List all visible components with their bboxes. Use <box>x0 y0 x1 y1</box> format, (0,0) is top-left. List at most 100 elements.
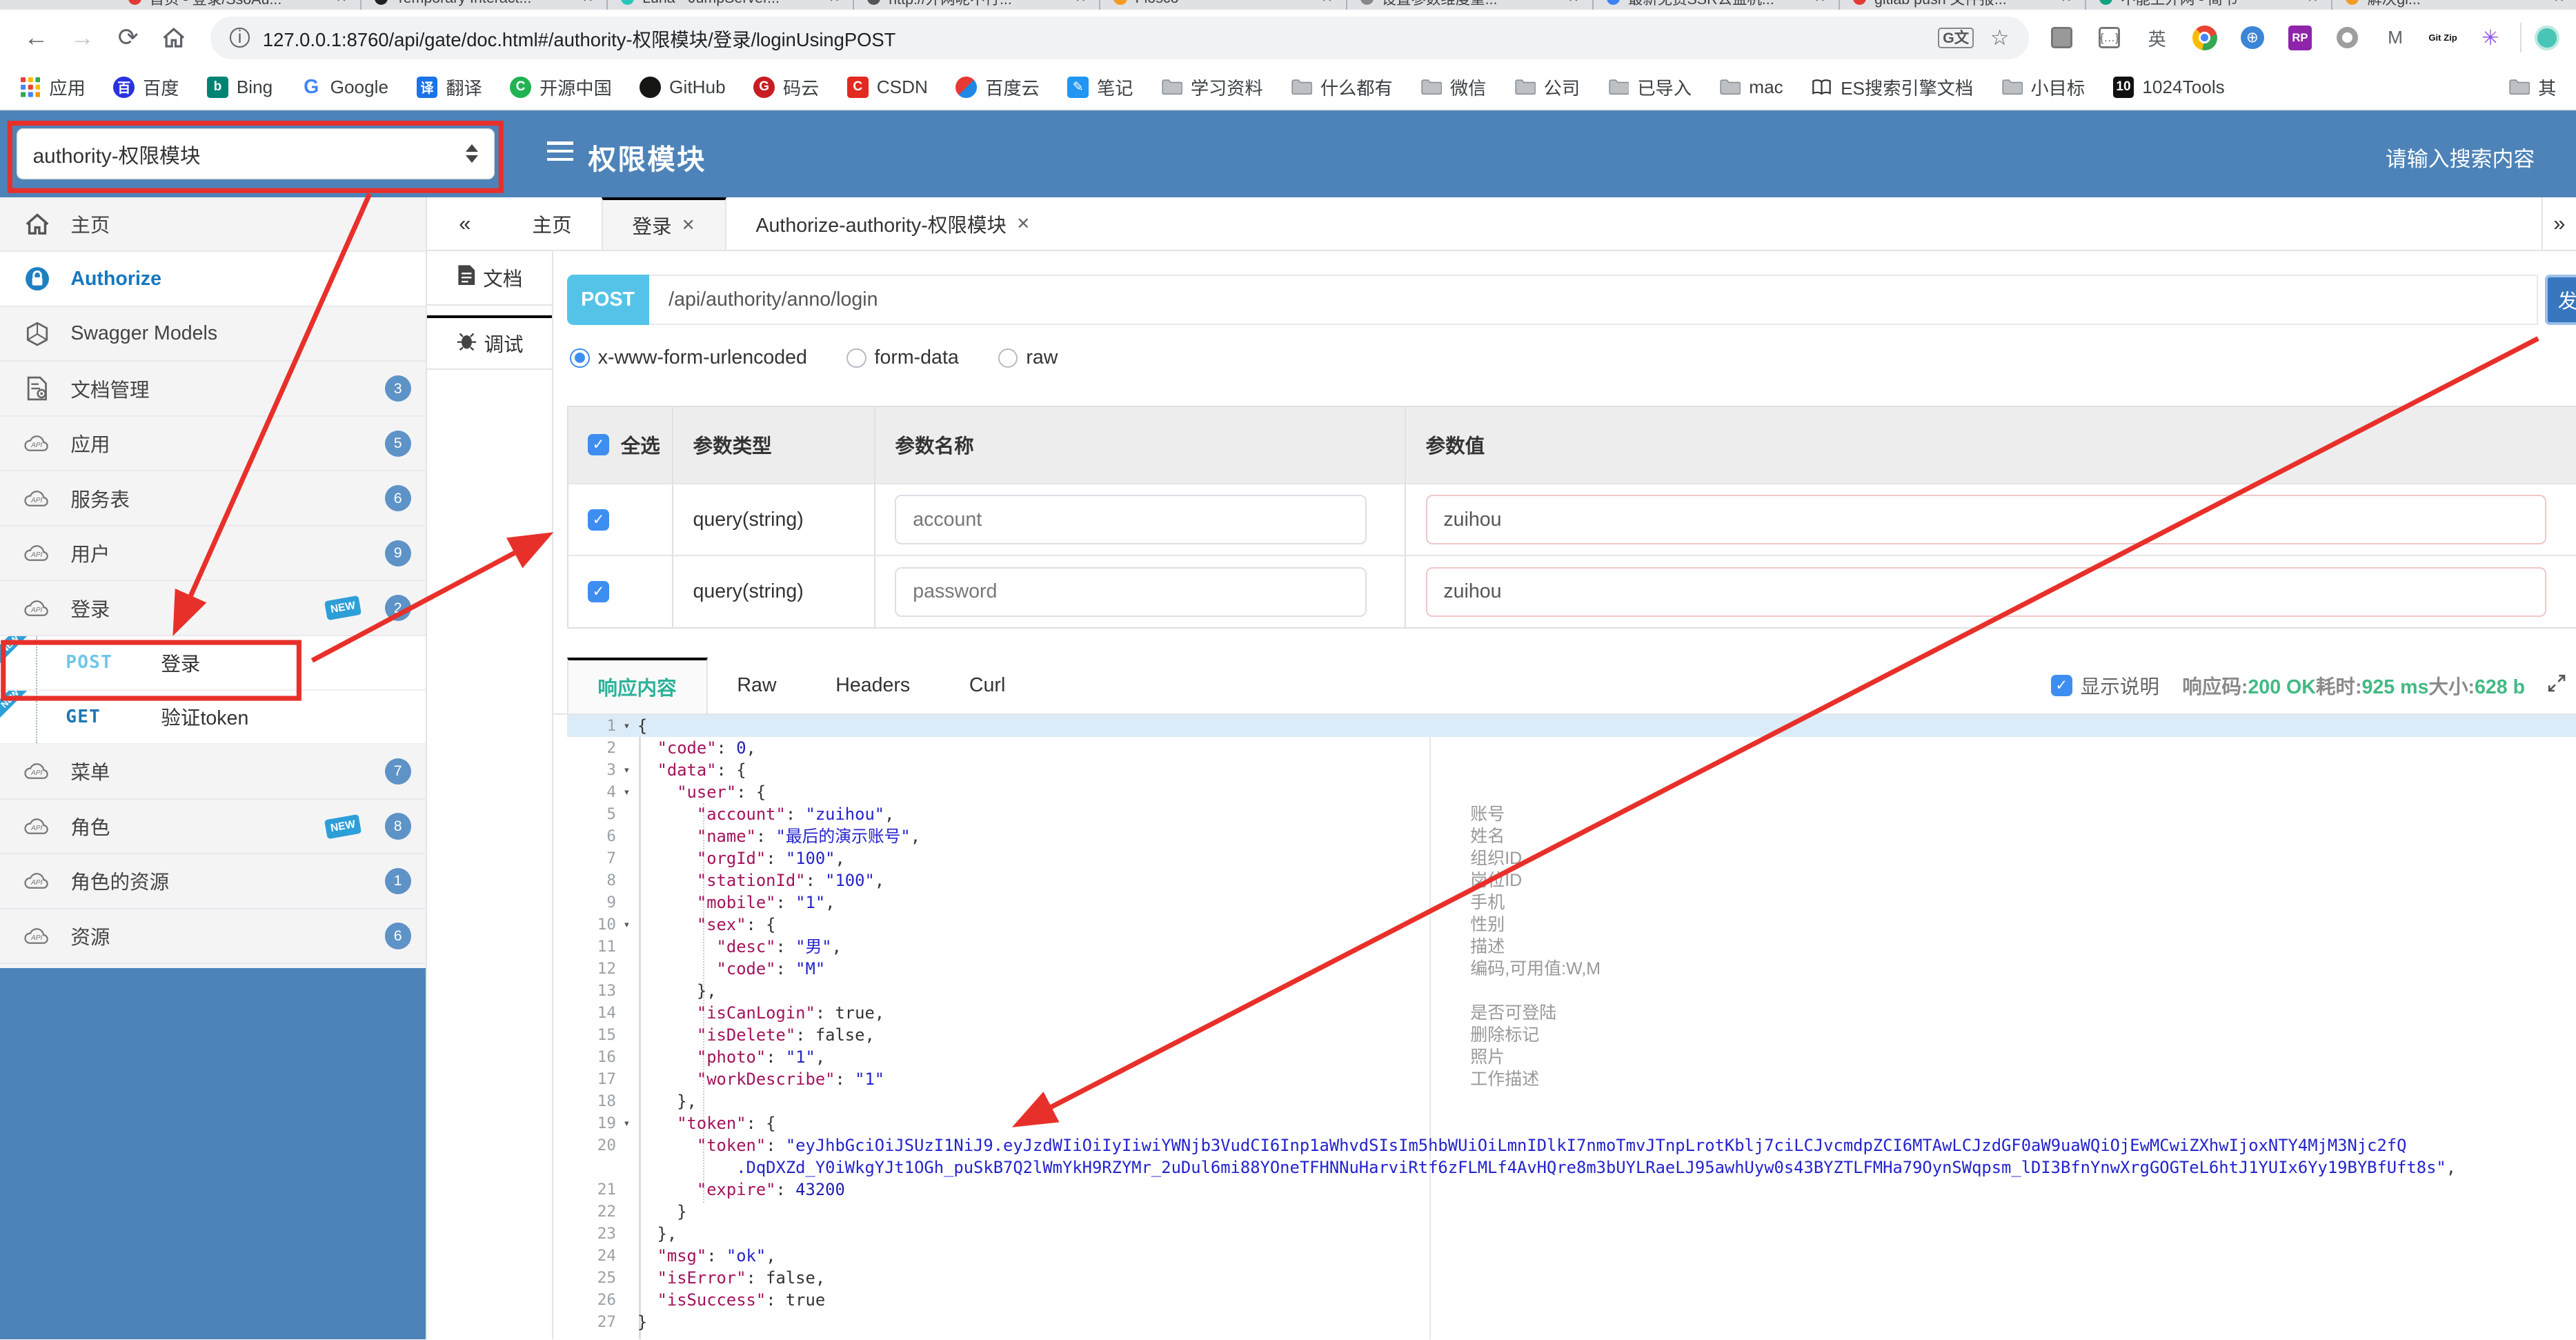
subnav-文档[interactable]: 文档 <box>427 251 553 306</box>
fold-caret-icon[interactable]: ▾ <box>616 1112 637 1134</box>
param-name-input[interactable]: password <box>895 567 1367 617</box>
tab-close-icon[interactable]: ✕ <box>2307 0 2318 6</box>
sidebar-endpoint-post[interactable]: NEW POST 登录 <box>0 636 426 691</box>
browser-tab[interactable]: Luna - JumpServer... ✕ <box>608 0 855 10</box>
doc-tab-Authorize-authority-权限模块[interactable]: Authorize-authority-权限模块 ✕ <box>726 197 1060 250</box>
sidebar-item-应用[interactable]: API 应用 5 <box>0 416 426 472</box>
expand-tabs-icon[interactable]: » <box>2541 197 2576 250</box>
url-text[interactable]: 127.0.0.1:8760/api/gate/doc.html#/author… <box>263 24 896 52</box>
param-name-input[interactable]: account <box>895 495 1367 544</box>
menu-icon[interactable] <box>546 141 574 166</box>
page-info-icon[interactable]: i <box>230 28 250 48</box>
forward-icon[interactable]: → <box>62 23 101 52</box>
bookmark-item[interactable]: 已导入 <box>1608 74 1692 100</box>
browser-tab[interactable]: gitlab push 文件报... ✕ <box>1840 0 2087 10</box>
translate-en-extension-icon[interactable]: 英 <box>2141 21 2174 55</box>
doc-tab-主页[interactable]: 主页 <box>503 197 602 250</box>
bookmark-item[interactable]: 公司 <box>1514 74 1580 100</box>
browser-tab[interactable]: 不能上外网 - 简书 ✕ <box>2086 0 2333 10</box>
bookmark-item[interactable]: b Bing <box>206 77 273 98</box>
bookmark-item[interactable]: G Google <box>301 76 388 98</box>
bookmark-item[interactable]: 应用 <box>20 74 86 100</box>
browser-tab[interactable]: 最新免费SSR公益机... ✕ <box>1594 0 1840 10</box>
fold-caret-icon[interactable]: ▾ <box>616 914 637 936</box>
bookmark-item[interactable]: 什么都有 <box>1291 74 1393 100</box>
select-all-checkbox[interactable]: ✓ <box>588 434 610 456</box>
home-icon[interactable] <box>155 26 194 49</box>
doc-tab-登录[interactable]: 登录 ✕ <box>601 197 726 250</box>
param-value-input[interactable]: zuihou <box>1425 567 2546 617</box>
endpoint-path-input[interactable]: /api/authority/anno/login <box>648 274 2539 326</box>
send-button[interactable]: 发送 <box>2544 274 2576 326</box>
sidebar-item-资源[interactable]: API 资源 6 <box>0 909 426 965</box>
bookmark-item[interactable]: ✎ 笔记 <box>1067 74 1133 100</box>
close-tab-icon[interactable]: ✕ <box>1016 214 1030 234</box>
response-tab-Raw[interactable]: Raw <box>708 658 806 713</box>
fold-caret-icon[interactable]: ▾ <box>616 715 637 737</box>
sidebar-item-角色[interactable]: API 角色 NEW 8 <box>0 799 426 855</box>
tab-close-icon[interactable]: ✕ <box>2554 0 2565 6</box>
proxy-globe-extension-icon[interactable]: ⊕ <box>2236 21 2269 55</box>
bookmark-item[interactable]: 微信 <box>1420 74 1486 100</box>
bookmark-item[interactable]: 译翻译 <box>416 74 482 100</box>
close-tab-icon[interactable]: ✕ <box>682 215 695 235</box>
body-type-radio-raw[interactable]: raw <box>998 346 1058 369</box>
tab-close-icon[interactable]: ✕ <box>582 0 593 6</box>
sidebar-item-Swagger Models[interactable]: Swagger Models <box>0 306 426 362</box>
chrome-extension-icon[interactable] <box>2188 21 2221 55</box>
body-type-radio-x-www-form-urlencoded[interactable]: x-www-form-urlencoded <box>570 346 807 369</box>
fold-caret-icon[interactable]: ▾ <box>616 781 637 803</box>
bookmark-item[interactable]: 学习资料 <box>1161 74 1263 100</box>
browser-tab[interactable]: http://外网呢不行... ✕ <box>854 0 1101 10</box>
param-checkbox[interactable]: ✓ <box>588 581 610 603</box>
sidebar-endpoint-get[interactable]: NEW GET 验证token <box>0 690 426 745</box>
sidebar-item-用户[interactable]: API 用户 9 <box>0 526 426 582</box>
bookmark-item[interactable]: 其 <box>2508 74 2556 100</box>
body-type-radio-form-data[interactable]: form-data <box>846 346 959 369</box>
bookmark-item[interactable]: 小目标 <box>2001 74 2085 100</box>
sidebar-item-登录[interactable]: API 登录 NEW 2 <box>0 581 426 636</box>
subnav-调试[interactable]: 调试 <box>427 315 553 370</box>
browser-tab[interactable]: 解决gi... ✕ <box>2332 0 2576 10</box>
show-description-checkbox[interactable]: ✓ <box>2050 674 2072 696</box>
tab-close-icon[interactable]: ✕ <box>1322 0 1333 6</box>
chevron-m-extension-icon[interactable]: M <box>2379 21 2412 55</box>
browser-tab[interactable]: 首页 - 登录/SsoAu... ✕ <box>115 0 361 10</box>
tab-close-icon[interactable]: ✕ <box>829 0 840 6</box>
browser-tab[interactable]: 设置参数维度重... ✕ <box>1347 0 1594 10</box>
sidebar-item-文档管理[interactable]: 文档管理 3 <box>0 362 426 417</box>
param-checkbox[interactable]: ✓ <box>588 509 610 531</box>
reload-icon[interactable]: ⟳ <box>108 23 148 52</box>
bookmark-star-icon[interactable]: ☆ <box>1990 26 2010 50</box>
sidebar-item-服务表[interactable]: API 服务表 6 <box>0 471 426 526</box>
bookmark-item[interactable]: G 码云 <box>753 74 819 100</box>
url-bar[interactable]: i 127.0.0.1:8760/api/gate/doc.html#/auth… <box>210 16 2030 59</box>
browser-tab[interactable]: Temporary Interact... ✕ <box>361 0 608 10</box>
sidebar-item-角色的资源[interactable]: API 角色的资源 1 <box>0 854 426 909</box>
tab-close-icon[interactable]: ✕ <box>1075 0 1086 6</box>
collapse-sidebar-icon[interactable]: « <box>427 197 503 250</box>
header-search-input[interactable]: 请输入搜索内容 <box>2386 141 2535 173</box>
profile-avatar[interactable] <box>2535 25 2560 50</box>
bookmark-item[interactable]: GitHub <box>640 77 726 98</box>
screenshot-extension-icon[interactable] <box>2045 21 2079 55</box>
fullscreen-icon[interactable] <box>2548 674 2566 697</box>
browser-tab[interactable]: Flosco ✕ <box>1100 0 1347 10</box>
rp-extension-icon[interactable]: RP <box>2283 21 2317 55</box>
bookmark-item[interactable]: C CSDN <box>846 77 928 98</box>
asterisk-extension-icon[interactable]: ✳ <box>2474 21 2507 55</box>
json-extension-icon[interactable]: {…} <box>2093 21 2126 55</box>
gitzip-extension-icon[interactable]: Git Zip <box>2426 21 2459 55</box>
sidebar-item-菜单[interactable]: API 菜单 7 <box>0 745 426 800</box>
bookmark-item[interactable]: mac <box>1719 77 1783 98</box>
bookmark-item[interactable]: ES搜索引擎文档 <box>1811 74 1973 100</box>
sidebar-item-Authorize[interactable]: Authorize <box>0 252 426 307</box>
tab-close-icon[interactable]: ✕ <box>2061 0 2072 6</box>
translate-icon[interactable]: G文 <box>1938 27 1974 48</box>
octotree-extension-icon[interactable] <box>2331 21 2364 55</box>
back-icon[interactable]: ← <box>17 23 56 52</box>
response-tab-响应内容[interactable]: 响应内容 <box>566 657 708 713</box>
bookmark-item[interactable]: 百度云 <box>955 74 1040 100</box>
bookmark-item[interactable]: 10 1024Tools <box>2112 77 2225 98</box>
tab-close-icon[interactable]: ✕ <box>1814 0 1825 6</box>
